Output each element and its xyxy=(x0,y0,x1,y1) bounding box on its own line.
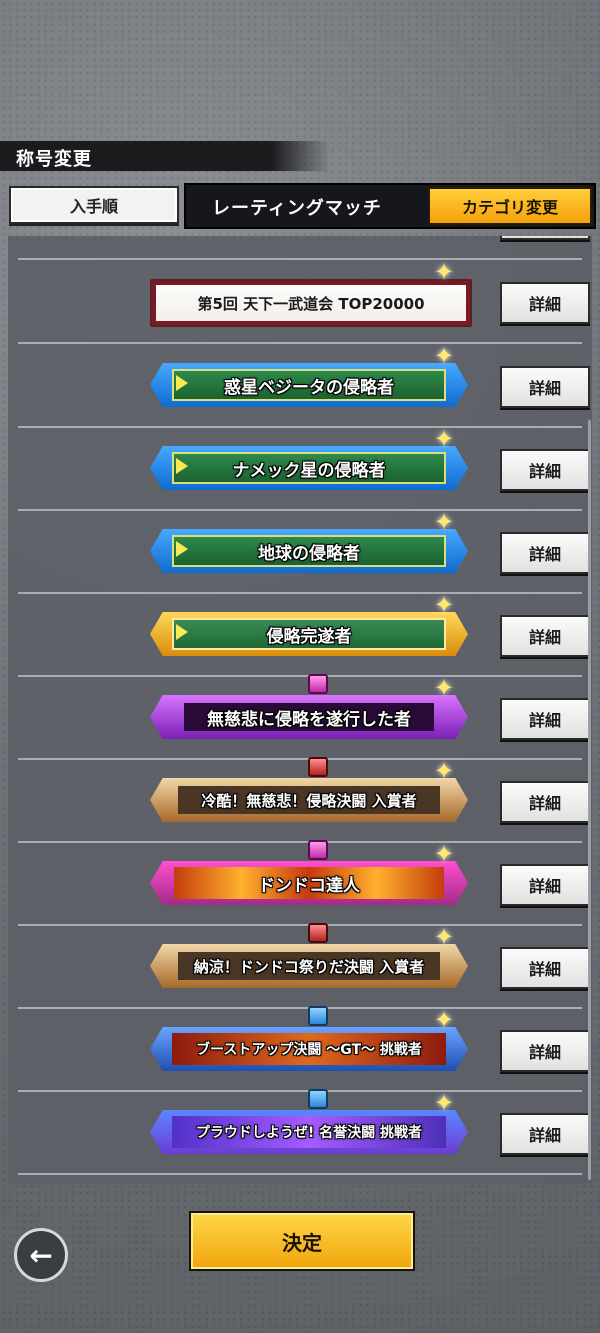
gem-icon xyxy=(308,1006,328,1026)
detail-button[interactable]: 詳細 xyxy=(500,1030,590,1072)
detail-button[interactable]: 詳細 xyxy=(500,615,590,657)
back-button[interactable]: ← xyxy=(14,1228,68,1282)
screen-title: 称号変更 xyxy=(16,149,92,170)
title-label: 冷酷！無慈悲！侵略決闘 入賞者 xyxy=(201,791,417,810)
title-label: ナメック星の侵略者 xyxy=(232,460,386,481)
play-icon xyxy=(176,458,188,474)
detail-button-partial[interactable] xyxy=(500,236,590,240)
title-label: ドンドコ達人 xyxy=(258,875,360,896)
title-badge: 第5回 天下一武道会 TOP20000 xyxy=(150,279,472,327)
sparkle-icon: ✦ xyxy=(434,1006,455,1034)
title-label: 地球の侵略者 xyxy=(258,543,360,564)
sparkle-icon: ✦ xyxy=(434,342,455,370)
title-label: 侵略完遂者 xyxy=(266,626,352,647)
title-label: ブーストアップ決闘 ～GT～ 挑戦者 xyxy=(196,1042,422,1058)
detail-button[interactable]: 詳細 xyxy=(500,282,590,324)
title-badge: 冷酷！無慈悲！侵略決闘 入賞者 xyxy=(150,778,468,822)
title-row[interactable]: 惑星ベジータの侵略者 ✦ 詳細 xyxy=(18,342,590,428)
title-badge: 惑星ベジータの侵略者 xyxy=(150,363,468,407)
title-badge: プラウドしようぜ! 名誉決闘 挑戦者 xyxy=(150,1110,468,1154)
sparkle-icon: ✦ xyxy=(434,923,455,951)
title-row[interactable]: プラウドしようぜ! 名誉決闘 挑戦者 ✦ 詳細 xyxy=(18,1089,590,1175)
sparkle-icon: ✦ xyxy=(434,757,455,785)
play-icon xyxy=(176,375,188,391)
detail-button[interactable]: 詳細 xyxy=(500,366,590,408)
detail-button[interactable]: 詳細 xyxy=(500,864,590,906)
title-row[interactable]: ナメック星の侵略者 ✦ 詳細 xyxy=(18,425,590,511)
title-label: 第5回 天下一武道会 TOP20000 xyxy=(197,294,425,313)
title-label: 無慈悲に侵略を遂行した者 xyxy=(207,709,411,730)
list-item xyxy=(18,236,590,260)
gem-icon xyxy=(308,674,328,694)
title-row[interactable]: 地球の侵略者 ✦ 詳細 xyxy=(18,508,590,594)
sparkle-icon: ✦ xyxy=(434,1089,455,1117)
title-row[interactable]: 第5回 天下一武道会 TOP20000 ✦ 詳細 xyxy=(18,258,590,344)
sparkle-icon: ✦ xyxy=(434,840,455,868)
title-label: 納涼！ドンドコ祭りだ決闘 入賞者 xyxy=(193,957,425,976)
gem-icon xyxy=(308,840,328,860)
title-badge: ブーストアップ決闘 ～GT～ 挑戦者 xyxy=(150,1027,468,1071)
detail-button[interactable]: 詳細 xyxy=(500,698,590,740)
gem-icon xyxy=(308,923,328,943)
detail-button[interactable]: 詳細 xyxy=(500,532,590,574)
play-icon xyxy=(176,541,188,557)
category-tab-bar: レーティングマッチ カテゴリ変更 xyxy=(184,183,596,229)
title-row[interactable]: 冷酷！無慈悲！侵略決闘 入賞者 ✦ 詳細 xyxy=(18,757,590,843)
current-category-label: レーティングマッチ xyxy=(212,198,382,219)
change-category-button[interactable]: カテゴリ変更 xyxy=(428,187,592,225)
play-icon xyxy=(176,624,188,640)
title-badge: 納涼！ドンドコ祭りだ決闘 入賞者 xyxy=(150,944,468,988)
title-row[interactable]: 無慈悲に侵略を遂行した者 ✦ 詳細 xyxy=(18,674,590,760)
sort-button[interactable]: 入手順 xyxy=(9,186,179,224)
title-row[interactable]: ドンドコ達人 ✦ 詳細 xyxy=(18,840,590,926)
decide-button[interactable]: 決定 xyxy=(189,1211,415,1271)
sparkle-icon: ✦ xyxy=(434,674,455,702)
screen-title-bar: 称号変更 xyxy=(0,141,330,171)
sparkle-icon: ✦ xyxy=(434,508,455,536)
sparkle-icon: ✦ xyxy=(434,425,455,453)
title-row[interactable]: ブーストアップ決闘 ～GT～ 挑戦者 ✦ 詳細 xyxy=(18,1006,590,1092)
title-list-panel[interactable]: 第5回 天下一武道会 TOP20000 ✦ 詳細 惑星ベジータの侵略者 ✦ 詳細… xyxy=(8,236,592,1184)
title-label: プラウドしようぜ! 名誉決闘 挑戦者 xyxy=(195,1125,423,1141)
detail-button[interactable]: 詳細 xyxy=(500,947,590,989)
detail-button[interactable]: 詳細 xyxy=(500,1113,590,1155)
title-badge: 地球の侵略者 xyxy=(150,529,468,573)
detail-button[interactable]: 詳細 xyxy=(500,781,590,823)
gem-icon xyxy=(308,1089,328,1109)
title-label: 惑星ベジータの侵略者 xyxy=(224,377,394,398)
arrow-left-icon: ← xyxy=(29,1238,53,1272)
title-badge: 侵略完遂者 xyxy=(150,612,468,656)
sparkle-icon: ✦ xyxy=(434,591,455,619)
scrollbar[interactable] xyxy=(588,420,591,1180)
title-row[interactable]: 納涼！ドンドコ祭りだ決闘 入賞者 ✦ 詳細 xyxy=(18,923,590,1009)
title-row[interactable]: 侵略完遂者 ✦ 詳細 xyxy=(18,591,590,677)
gem-icon xyxy=(308,757,328,777)
title-badge: 無慈悲に侵略を遂行した者 xyxy=(150,695,468,739)
title-badge: ナメック星の侵略者 xyxy=(150,446,468,490)
sparkle-icon: ✦ xyxy=(434,258,455,286)
detail-button[interactable]: 詳細 xyxy=(500,449,590,491)
title-badge: ドンドコ達人 xyxy=(150,861,468,905)
